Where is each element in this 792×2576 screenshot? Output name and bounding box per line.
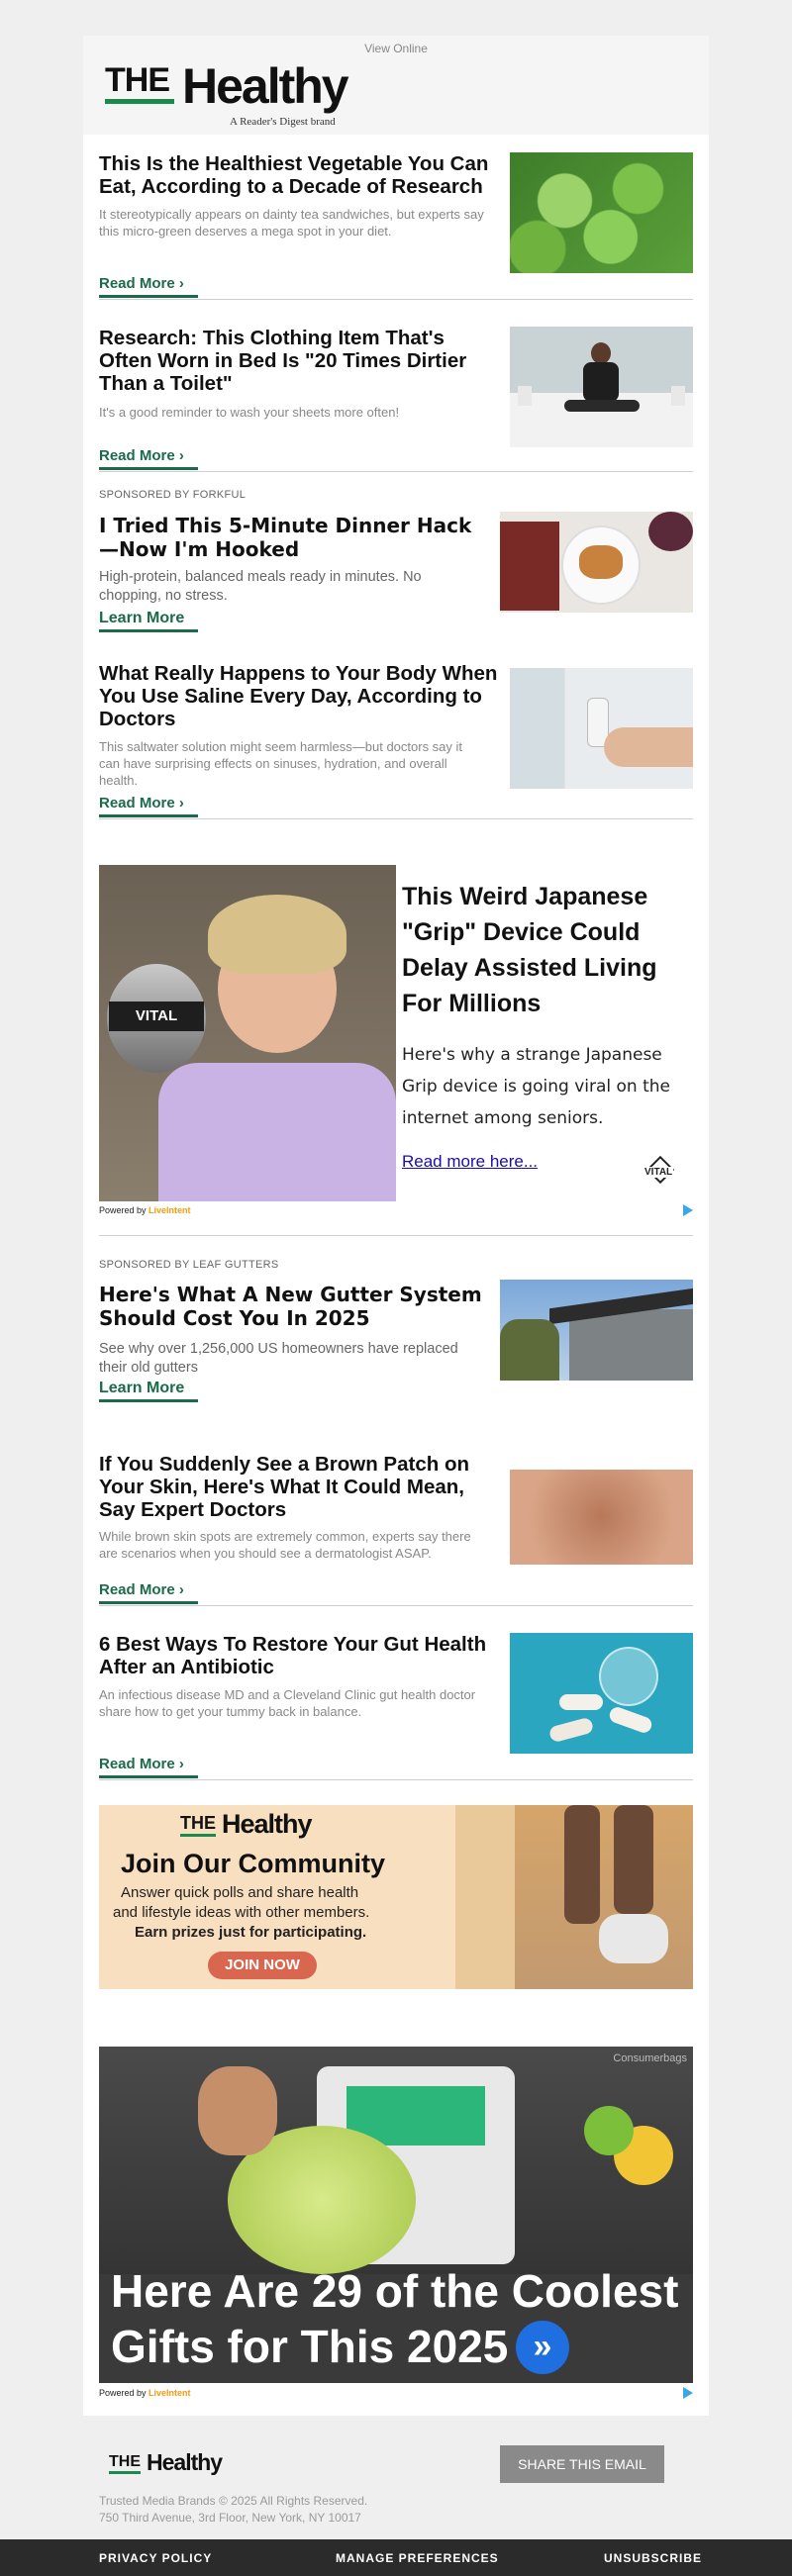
- footer-copyright: Trusted Media Brands © 2025 All Rights R…: [99, 2494, 368, 2508]
- article-4-read-more[interactable]: Read More ›: [99, 795, 184, 811]
- share-email-button[interactable]: SHARE THIS EMAIL: [500, 2445, 664, 2483]
- article-5-desc: See why over 1,256,000 US homeowners hav…: [99, 1341, 458, 1376]
- learn-more-underline: [99, 1399, 198, 1402]
- article-3-desc: High-protein, balanced meals ready in mi…: [99, 569, 422, 604]
- ad2-headline-1: Here Are 29 of the Coolest: [111, 2265, 679, 2317]
- article-2-desc: It's a good reminder to wash your sheets…: [99, 405, 400, 420]
- grip-device-ad-photo[interactable]: VITAL: [99, 865, 396, 1201]
- article-7-read-more[interactable]: Read More ›: [99, 1756, 184, 1772]
- ad1-read-more-link[interactable]: Read more here...: [402, 1152, 538, 1172]
- email-container: View Online THE Healthy A Reader's Diges…: [83, 36, 709, 2416]
- read-more-underline: [99, 1601, 198, 1604]
- footer-logo-the: THE: [109, 2453, 141, 2470]
- dinner-plate-photo[interactable]: [500, 512, 693, 613]
- article-1-read-more[interactable]: Read More ›: [99, 275, 184, 292]
- sponsor-label: SPONSORED BY FORKFUL: [99, 489, 247, 501]
- article-2-title[interactable]: Research: This Clothing Item That's Ofte…: [99, 327, 500, 395]
- article-3-learn-more[interactable]: Learn More: [99, 610, 184, 627]
- pills-jar-photo[interactable]: [510, 1633, 693, 1754]
- divider: [99, 299, 693, 300]
- article-7-title[interactable]: 6 Best Ways To Restore Your Gut Health A…: [99, 1633, 500, 1678]
- microgreens-photo[interactable]: [510, 152, 693, 273]
- house-gutter-photo[interactable]: [500, 1280, 693, 1381]
- community-line-1: Answer quick polls and share health: [121, 1884, 359, 1901]
- community-title: Join Our Community: [121, 1849, 386, 1878]
- read-more-underline: [99, 814, 198, 817]
- logo-underline: [105, 99, 174, 104]
- article-4-title[interactable]: What Really Happens to Your Body When Yo…: [99, 662, 500, 730]
- learn-more-underline: [99, 629, 198, 632]
- divider: [99, 1779, 693, 1780]
- read-more-underline: [99, 467, 198, 470]
- manage-preferences-link[interactable]: MANAGE PREFERENCES: [336, 2551, 499, 2565]
- community-line-3: Earn prizes just for participating.: [135, 1924, 367, 1941]
- divider: [99, 818, 693, 819]
- article-6-read-more[interactable]: Read More ›: [99, 1581, 184, 1598]
- logo-healthy-text: Healthy: [182, 58, 349, 114]
- view-online-link[interactable]: View Online: [83, 42, 709, 55]
- woman-meditating-on-bed-photo[interactable]: [510, 327, 693, 447]
- article-6-title[interactable]: If You Suddenly See a Brown Patch on You…: [99, 1453, 500, 1521]
- ad1-text: Here's why a strange Japanese Grip devic…: [402, 1045, 670, 1128]
- ad1-title[interactable]: This Weird Japanese "Grip" Device Could …: [402, 879, 689, 1021]
- divider: [99, 1235, 693, 1236]
- article-6-desc: While brown skin spots are extremely com…: [99, 1529, 471, 1561]
- powered-by-liveintent[interactable]: Powered by LiveIntent: [99, 2388, 191, 2398]
- article-7-desc: An infectious disease MD and a Cleveland…: [99, 1687, 476, 1719]
- footer-logo-bar: [109, 2471, 141, 2474]
- join-now-button[interactable]: JOIN NOW: [208, 1952, 317, 1979]
- community-logo-healthy: Healthy: [222, 1809, 313, 1839]
- vital-device-label: VITAL: [109, 1002, 204, 1031]
- community-line-2: and lifestyle ideas with other members.: [113, 1904, 370, 1921]
- read-more-underline: [99, 295, 198, 298]
- gifts-ad-photo[interactable]: Consumerbags Here Are 29 of the Coolest …: [99, 2047, 693, 2383]
- divider: [99, 1605, 693, 1606]
- community-logo-bar: [180, 1834, 216, 1837]
- divider: [99, 471, 693, 472]
- adchoices-icon[interactable]: [683, 1204, 693, 1216]
- article-1-desc: It stereotypically appears on dainty tea…: [99, 207, 484, 239]
- footer-address: 750 Third Avenue, 3rd Floor, New York, N…: [99, 2511, 361, 2525]
- privacy-policy-link[interactable]: PRIVACY POLICY: [99, 2551, 212, 2565]
- join-community-banner[interactable]: THE Healthy Join Our Community Answer qu…: [99, 1805, 693, 1989]
- article-3-title[interactable]: I Tried This 5-Minute Dinner Hack—Now I'…: [99, 514, 490, 561]
- saline-spray-photo[interactable]: [510, 668, 693, 789]
- community-logo-the: THE: [180, 1813, 216, 1833]
- ad2-source-label: Consumerbags: [613, 2052, 687, 2064]
- adchoices-icon[interactable]: [683, 2387, 693, 2399]
- article-4-desc: This saltwater solution might seem harml…: [99, 739, 463, 788]
- footer-logo-healthy: Healthy: [147, 2449, 223, 2475]
- chevron-double-right-icon[interactable]: »: [516, 2321, 569, 2374]
- article-2-read-more[interactable]: Read More ›: [99, 447, 184, 464]
- article-5-title[interactable]: Here's What A New Gutter System Should C…: [99, 1283, 490, 1330]
- logo-the-text: THE: [105, 61, 170, 99]
- read-more-underline: [99, 1775, 198, 1778]
- article-1-title[interactable]: This Is the Healthiest Vegetable You Can…: [99, 152, 500, 198]
- powered-by-liveintent[interactable]: Powered by LiveIntent: [99, 1205, 191, 1215]
- skin-patch-photo[interactable]: [510, 1470, 693, 1565]
- logo-subtitle: A Reader's Digest brand: [230, 116, 336, 128]
- unsubscribe-link[interactable]: UNSUBSCRIBE: [604, 2551, 702, 2565]
- article-5-learn-more[interactable]: Learn More: [99, 1380, 184, 1397]
- sponsor-label: SPONSORED BY LEAF GUTTERS: [99, 1259, 279, 1271]
- ad2-headline-2: Gifts for This 2025: [111, 2321, 509, 2372]
